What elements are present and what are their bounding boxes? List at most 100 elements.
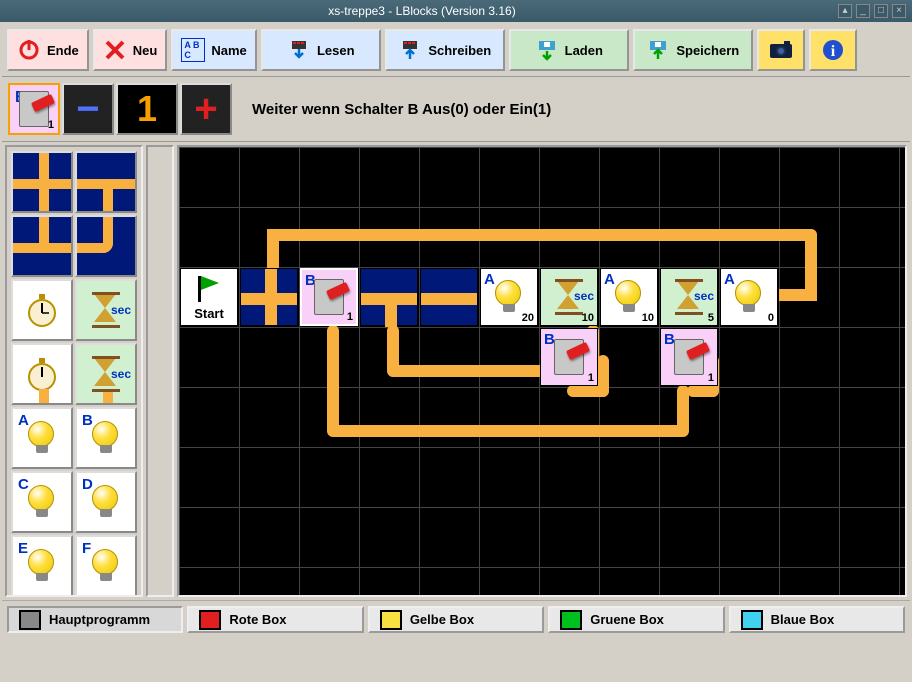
wire-block[interactable] (420, 268, 478, 326)
app-frame: Ende Neu A B C Name Lesen Schreiben Lade… (0, 22, 912, 682)
green-square-icon (560, 610, 582, 630)
download-chip-icon (287, 38, 311, 62)
program-canvas[interactable]: Start B 1 A (179, 147, 905, 595)
bulb-icon (495, 280, 523, 314)
tab-blaue-box[interactable]: Blaue Box (729, 606, 905, 633)
wire-cross-tile[interactable] (11, 151, 73, 213)
schreiben-label: Schreiben (428, 43, 491, 58)
lamp-a-0-block[interactable]: A 0 (720, 268, 778, 326)
wire (327, 425, 687, 437)
speichern-label: Speichern (676, 43, 739, 58)
param-switch-tile[interactable]: B 1 (8, 83, 60, 135)
timer-5-block[interactable]: sec 5 (660, 268, 718, 326)
grey-square-icon (19, 610, 41, 630)
lamp-a-10-block[interactable]: A 10 (600, 268, 658, 326)
name-button[interactable]: A B C Name (171, 29, 256, 71)
flag-icon (196, 274, 222, 304)
lesen-button[interactable]: Lesen (261, 29, 381, 71)
lamp-b-tile[interactable]: B (75, 407, 137, 469)
stopwatch-icon (24, 355, 60, 393)
switch-icon (19, 91, 49, 127)
lamp-e-tile[interactable]: E (11, 535, 73, 597)
maximize-icon[interactable]: □ (874, 4, 888, 18)
info-button[interactable]: i (809, 29, 857, 71)
lamp-f-tile[interactable]: F (75, 535, 137, 597)
start-block[interactable]: Start (180, 268, 238, 326)
minimize-icon[interactable]: _ (856, 4, 870, 18)
wire-block[interactable] (240, 268, 298, 326)
wire-tee-down-tile[interactable] (75, 151, 137, 213)
switch-icon (674, 339, 704, 375)
param-minus-button[interactable]: − (62, 83, 114, 135)
parameter-bar: B 1 − 1 + Weiter wenn Schalter B Aus(0) … (2, 77, 910, 142)
param-value-display: 1 (116, 83, 178, 135)
tab-hauptprogramm[interactable]: Hauptprogramm (7, 606, 183, 633)
svg-text:i: i (831, 43, 836, 60)
lamp-a-20-block[interactable]: A 20 (480, 268, 538, 326)
save-disk-icon (646, 38, 670, 62)
neu-button[interactable]: Neu (93, 29, 168, 71)
switch-b-block-2[interactable]: B 1 (540, 328, 598, 386)
wire-block[interactable] (360, 268, 418, 326)
param-description: Weiter wenn Schalter B Aus(0) oder Ein(1… (252, 101, 551, 118)
camera-icon (769, 38, 793, 62)
info-icon: i (821, 38, 845, 62)
timer-10-block[interactable]: sec 10 (540, 268, 598, 326)
main-toolbar: Ende Neu A B C Name Lesen Schreiben Lade… (2, 24, 910, 77)
red-square-icon (199, 610, 221, 630)
block-palette: sec sec A B C D (5, 145, 143, 597)
bulb-icon (28, 485, 56, 519)
wire (597, 355, 609, 397)
wire (779, 289, 817, 301)
tab-gelbe-box[interactable]: Gelbe Box (368, 606, 544, 633)
ende-label: Ende (47, 43, 79, 58)
bulb-icon (735, 280, 763, 314)
laden-button[interactable]: Laden (509, 29, 629, 71)
switch-b-block-3[interactable]: B 1 (660, 328, 718, 386)
abc-icon: A B C (181, 38, 205, 62)
power-icon (17, 38, 41, 62)
bulb-icon (615, 280, 643, 314)
start-label: Start (194, 306, 224, 321)
wire-tee-up-tile[interactable] (11, 215, 73, 277)
ende-button[interactable]: Ende (7, 29, 89, 71)
param-switch-corner: 1 (48, 119, 54, 131)
param-plus-button[interactable]: + (180, 83, 232, 135)
speichern-button[interactable]: Speichern (633, 29, 753, 71)
screenshot-button[interactable] (757, 29, 805, 71)
hourglass-sec-tile[interactable]: sec (75, 279, 137, 341)
lamp-a-tile[interactable]: A (11, 407, 73, 469)
schreiben-button[interactable]: Schreiben (385, 29, 505, 71)
wire (327, 325, 339, 435)
work-area: sec sec A B C D (2, 142, 910, 600)
bulb-icon (92, 485, 120, 519)
stopwatch-tile[interactable] (11, 279, 73, 341)
wire-corner-tile[interactable] (75, 215, 137, 277)
bulb-icon (92, 549, 120, 583)
bulb-icon (28, 549, 56, 583)
palette-scrollbar[interactable] (146, 145, 174, 597)
bulb-icon (28, 421, 56, 455)
switch-icon (554, 339, 584, 375)
bulb-icon (92, 421, 120, 455)
stopwatch-icon (24, 291, 60, 329)
switch-b-block[interactable]: B 1 (300, 268, 358, 326)
hourglass-wire-tile[interactable]: sec (75, 343, 137, 405)
laden-label: Laden (565, 43, 603, 58)
stopwatch-wire-tile[interactable] (11, 343, 73, 405)
canvas-viewport: Start B 1 A (177, 145, 907, 597)
neu-label: Neu (133, 43, 158, 58)
rollup-icon[interactable]: ▴ (838, 4, 852, 18)
lesen-label: Lesen (317, 43, 355, 58)
close-icon[interactable]: × (892, 4, 906, 18)
blue-square-icon (741, 610, 763, 630)
upload-chip-icon (398, 38, 422, 62)
wire (267, 229, 817, 241)
switch-icon (314, 279, 344, 315)
cancel-icon (103, 38, 127, 62)
tab-rote-box[interactable]: Rote Box (187, 606, 363, 633)
tab-gruene-box[interactable]: Gruene Box (548, 606, 724, 633)
lamp-d-tile[interactable]: D (75, 471, 137, 533)
sec-label: sec (111, 303, 131, 317)
lamp-c-tile[interactable]: C (11, 471, 73, 533)
